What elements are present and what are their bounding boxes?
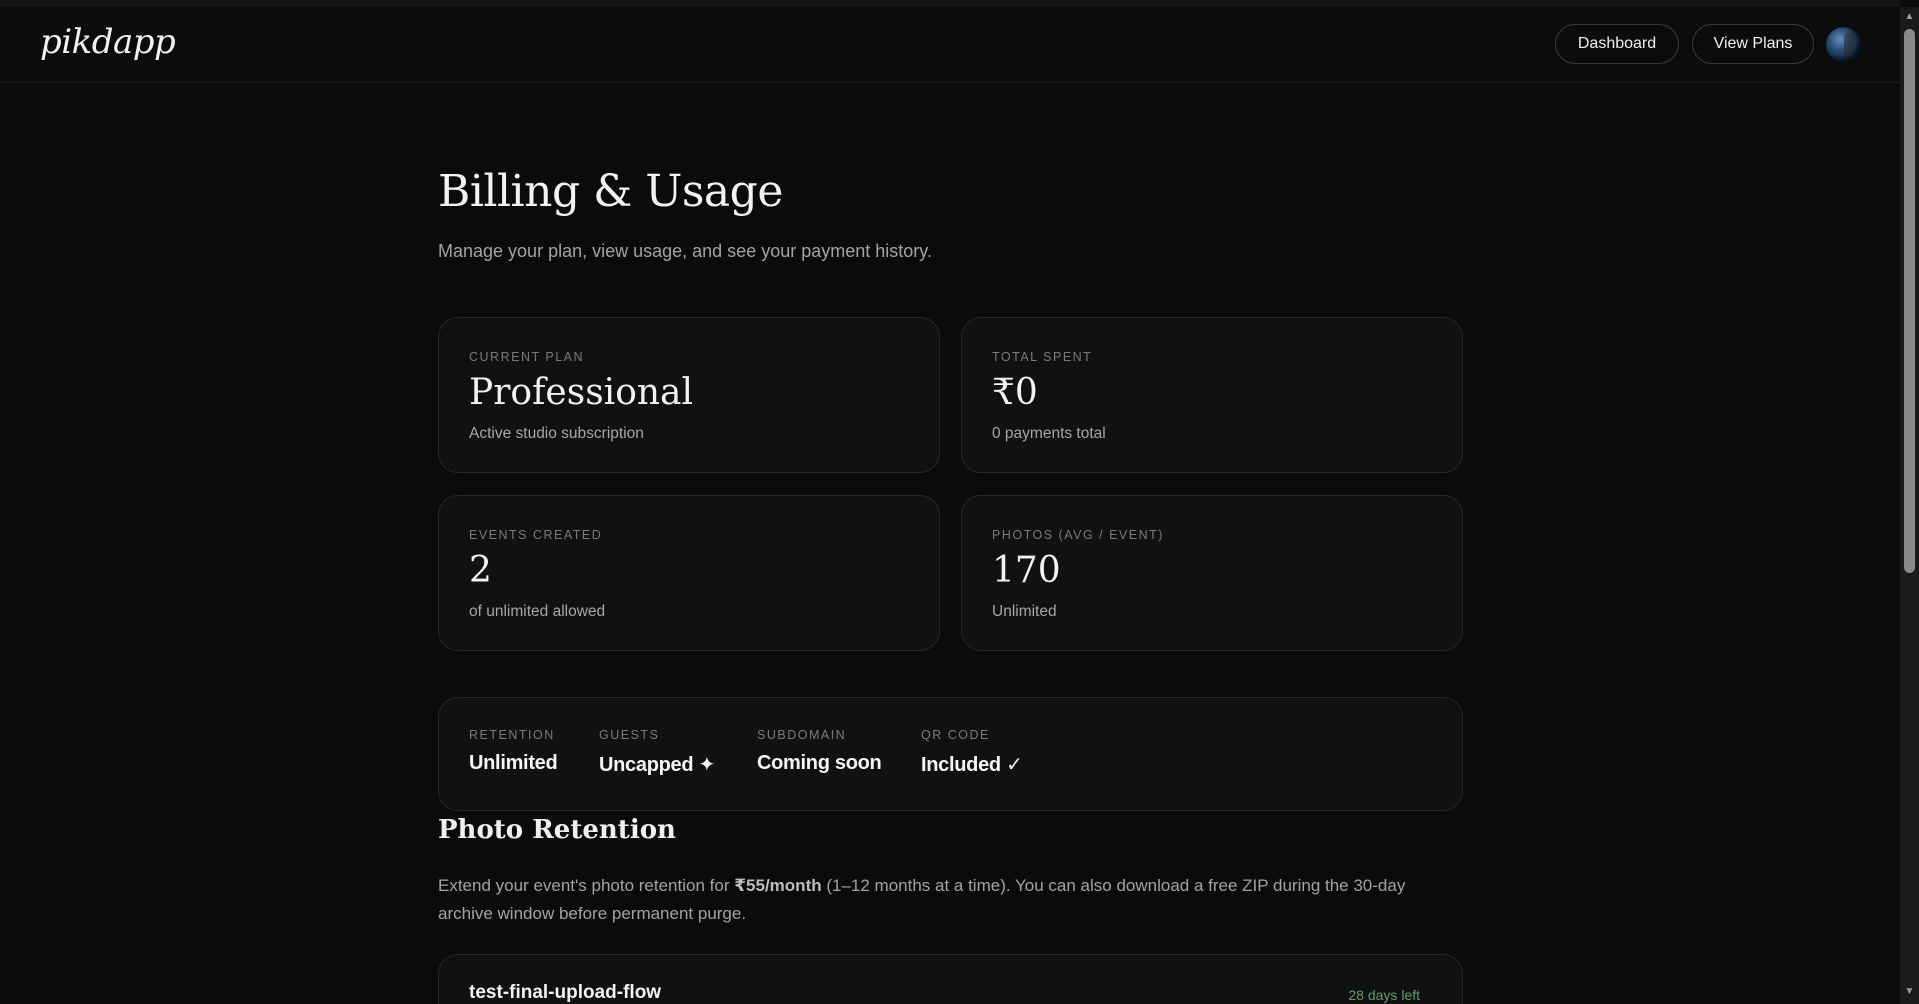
scroll-up-arrow-icon[interactable]: ▲ xyxy=(1903,10,1916,23)
logo[interactable]: pikdapp xyxy=(40,22,176,62)
top-nav: pikdapp Dashboard View Plans xyxy=(0,7,1900,83)
feature-label: SUBDOMAIN xyxy=(757,728,847,742)
event-name: test-final-upload-flow xyxy=(469,982,662,1003)
retention-text-before: Extend your event's photo retention for xyxy=(438,876,735,895)
card-value: 170 xyxy=(992,550,1061,591)
card-label: EVENTS CREATED xyxy=(469,528,603,542)
feature-label: GUESTS xyxy=(599,728,660,742)
scrollbar[interactable]: ▲ ▼ xyxy=(1900,7,1919,1004)
plan-features-card: RETENTION Unlimited GUESTS Uncapped ✦ SU… xyxy=(438,697,1463,811)
feature-guests: GUESTS Uncapped ✦ xyxy=(599,728,715,777)
top-strip xyxy=(0,0,1900,7)
retention-section-title: Photo Retention xyxy=(438,815,676,845)
user-avatar[interactable] xyxy=(1826,27,1861,62)
scroll-thumb[interactable] xyxy=(1904,29,1915,573)
retention-price: ₹55/month xyxy=(734,876,822,895)
card-value: 2 xyxy=(469,550,492,591)
total-spent-card: TOTAL SPENT ₹0 0 payments total xyxy=(961,317,1463,473)
retention-description: Extend your event's photo retention for … xyxy=(438,872,1438,928)
card-value: Professional xyxy=(469,372,694,413)
page-title: Billing & Usage xyxy=(438,166,783,217)
card-label: PHOTOS (AVG / EVENT) xyxy=(992,528,1164,542)
card-value: ₹0 xyxy=(992,372,1038,413)
card-label: CURRENT PLAN xyxy=(469,350,585,364)
current-plan-card: CURRENT PLAN Professional Active studio … xyxy=(438,317,940,473)
card-note: 0 payments total xyxy=(992,425,1106,442)
feature-label: RETENTION xyxy=(469,728,555,742)
card-note: Unlimited xyxy=(992,603,1057,620)
page-subtitle: Manage your plan, view usage, and see yo… xyxy=(438,241,932,261)
view-plans-button[interactable]: View Plans xyxy=(1692,24,1814,64)
event-days-left: 28 days left xyxy=(1348,987,1420,1003)
billing-page: pikdapp Dashboard View Plans ▲ ▼ Billing… xyxy=(0,0,1919,1004)
dashboard-button[interactable]: Dashboard xyxy=(1555,24,1679,64)
feature-subdomain: SUBDOMAIN Coming soon xyxy=(757,728,882,775)
feature-value: Uncapped ✦ xyxy=(599,754,715,776)
feature-value: Coming soon xyxy=(757,752,882,774)
feature-value: Included ✓ xyxy=(921,754,1023,776)
photos-avg-card: PHOTOS (AVG / EVENT) 170 Unlimited xyxy=(961,495,1463,651)
feature-retention: RETENTION Unlimited xyxy=(469,728,558,775)
card-label: TOTAL SPENT xyxy=(992,350,1093,364)
feature-qr-code: QR CODE Included ✓ xyxy=(921,728,1023,777)
card-note: Active studio subscription xyxy=(469,425,644,442)
events-created-card: EVENTS CREATED 2 of unlimited allowed xyxy=(438,495,940,651)
feature-label: QR CODE xyxy=(921,728,990,742)
scroll-down-arrow-icon[interactable]: ▼ xyxy=(1903,985,1916,998)
card-note: of unlimited allowed xyxy=(469,603,606,620)
feature-value: Unlimited xyxy=(469,752,558,774)
event-retention-item[interactable]: test-final-upload-flow 28 days left xyxy=(438,954,1463,1004)
